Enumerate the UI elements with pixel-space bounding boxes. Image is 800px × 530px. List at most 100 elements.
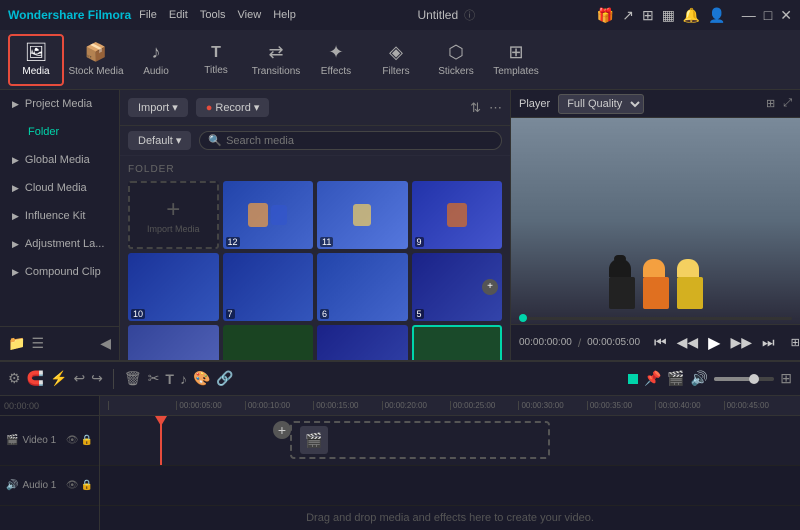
panel-adjustment[interactable]: ▶ Adjustment La... [0, 230, 119, 258]
forward-btn[interactable]: ▶▶ [728, 332, 754, 353]
video-track-label: 🎬 Video 1 👁 🔒 [0, 416, 99, 466]
layout-icon[interactable]: ▦ [662, 7, 675, 24]
grid-icon[interactable]: ⊞ [642, 7, 654, 24]
close-btn[interactable]: ✕ [780, 7, 792, 24]
tool-stock[interactable]: 📦 Stock Media [68, 34, 124, 86]
quality-selector[interactable]: Full Quality [558, 94, 644, 114]
tool-templates[interactable]: ⊞ Templates [488, 34, 544, 86]
gift-icon[interactable]: 🎁 [597, 7, 614, 24]
thumb-row3-1[interactable] [128, 325, 219, 360]
panel-project-media[interactable]: ▶ Project Media [0, 90, 119, 118]
menu-file[interactable]: File [139, 9, 157, 21]
video-eye-icon[interactable]: 👁 [66, 435, 79, 446]
audio-lock-icon[interactable]: 🔒 [81, 480, 93, 491]
expand-icon[interactable]: ⤢ [783, 97, 792, 110]
thumb-row3-3[interactable] [317, 325, 408, 360]
timeline-ripple-icon[interactable]: ⚡ [50, 370, 67, 387]
collapse-panel-icon[interactable]: ◀ [100, 335, 111, 352]
mark-6: 00:00:30:00 [518, 401, 586, 410]
user-icon[interactable]: 👤 [708, 7, 725, 24]
cut-icon[interactable]: ✂ [148, 370, 160, 387]
menu-edit[interactable]: Edit [169, 9, 188, 21]
video-lock-icon[interactable]: 🔒 [81, 435, 93, 446]
search-box[interactable]: 🔍 [199, 131, 502, 150]
panel-influence-kit[interactable]: ▶ Influence Kit [0, 202, 119, 230]
tool-effects[interactable]: ✦ Effects [308, 34, 364, 86]
add-folder-icon[interactable]: 📁 [8, 335, 25, 352]
import-media-thumb[interactable]: + Import Media [128, 181, 219, 249]
timeline-more-icon[interactable]: ⊞ [780, 370, 792, 387]
media-label: Media [22, 66, 49, 77]
tool-media[interactable]: 🖼 Media [8, 34, 64, 86]
thumb-11[interactable]: 11 [317, 181, 408, 249]
panel-folder[interactable]: Folder [0, 118, 119, 146]
link-icon[interactable]: 🔗 [216, 370, 233, 387]
delete-icon[interactable]: 🗑 [124, 370, 142, 387]
tool-titles[interactable]: T Titles [188, 34, 244, 86]
search-input[interactable] [226, 135, 493, 147]
default-dropdown[interactable]: Default ▾ [128, 131, 191, 150]
record-button[interactable]: ● Record ▾ [196, 98, 270, 117]
thumb-5[interactable]: 5 + [412, 253, 503, 321]
speed-thumb[interactable] [749, 374, 759, 384]
panel-cloud-media[interactable]: ▶ Cloud Media [0, 174, 119, 202]
color-icon[interactable]: 🎨 [193, 370, 210, 387]
panel-global-media[interactable]: ▶ Global Media [0, 146, 119, 174]
titlebar-actions[interactable]: 🎁 ↗ ⊞ ▦ 🔔 👤 — □ ✕ [597, 7, 792, 24]
panel-compound-clip[interactable]: ▶ Compound Clip [0, 258, 119, 286]
audio-eye-icon[interactable]: 👁 [66, 480, 79, 491]
audio-effect-icon[interactable]: ♪ [180, 371, 187, 387]
titles-icon: T [211, 44, 221, 62]
minimize-btn[interactable]: — [742, 7, 756, 23]
tool-transitions[interactable]: ⇄ Transitions [248, 34, 304, 86]
thumb-row3-2[interactable] [223, 325, 314, 360]
menu-help[interactable]: Help [273, 9, 296, 21]
menu-view[interactable]: View [238, 9, 262, 21]
global-media-label: Global Media [25, 154, 90, 166]
marker-icon[interactable]: 📌 [644, 370, 661, 387]
mark-4: 00:00:20:00 [382, 401, 450, 410]
player-video [511, 118, 800, 324]
thumb-10[interactable]: 10 [128, 253, 219, 321]
import-button[interactable]: Import ▾ [128, 98, 188, 117]
list-view-icon[interactable]: ☰ [31, 335, 44, 352]
thumb-row3-green[interactable] [412, 325, 503, 360]
notification-icon[interactable]: 🔔 [683, 7, 700, 24]
thumb-9[interactable]: 9 [412, 181, 503, 249]
timeline-snap-icon[interactable]: 🧲 [27, 370, 44, 387]
menu-tools[interactable]: Tools [200, 9, 226, 21]
skip-fwd-btn[interactable]: ⏭ [760, 332, 777, 353]
timeline-settings-icon[interactable]: ⚙ [8, 370, 21, 387]
tool-stickers[interactable]: ⬡ Stickers [428, 34, 484, 86]
tool-audio[interactable]: ♪ Audio [128, 34, 184, 86]
thumb-7[interactable]: 7 [223, 253, 314, 321]
vol-icon[interactable]: 🔊 [691, 370, 708, 387]
default-label: Default [138, 135, 173, 147]
thumb-12[interactable]: 12 [223, 181, 314, 249]
more-icon[interactable]: ⋯ [489, 100, 502, 116]
maximize-btn[interactable]: □ [764, 7, 772, 23]
rewind-btn[interactable]: ◀◀ [675, 332, 701, 353]
thumb-6[interactable]: 6 [317, 253, 408, 321]
clip-icon[interactable]: 🎬 [667, 370, 684, 387]
text-icon[interactable]: T [165, 371, 174, 387]
tool-filters[interactable]: ◈ Filters [368, 34, 424, 86]
play-btn[interactable]: ▶ [706, 331, 722, 355]
expand-arrow-2: ▶ [12, 155, 19, 166]
menu-bar[interactable]: File Edit Tools View Help [139, 9, 296, 21]
output-btn[interactable]: ⊞ [789, 334, 800, 351]
speed-bar[interactable] [714, 377, 774, 381]
timeline-redo-icon[interactable]: ↪ [91, 370, 103, 387]
skip-back-btn[interactable]: ⏮ [652, 332, 669, 353]
video-track-name: Video 1 [22, 435, 56, 446]
add-clip-btn[interactable]: + [273, 421, 291, 439]
thumb-menu-dot[interactable]: + [482, 279, 498, 295]
audio-label: Audio [143, 66, 169, 77]
sort-icon[interactable]: ⇅ [470, 100, 481, 116]
grid-view-icon[interactable]: ⊞ [766, 97, 775, 110]
influence-kit-label: Influence Kit [25, 210, 86, 222]
audio-track-name: Audio 1 [22, 480, 56, 491]
share-icon[interactable]: ↗ [622, 7, 634, 24]
info-icon: ⓘ [464, 7, 475, 23]
timeline-undo-icon[interactable]: ↩ [73, 370, 85, 387]
